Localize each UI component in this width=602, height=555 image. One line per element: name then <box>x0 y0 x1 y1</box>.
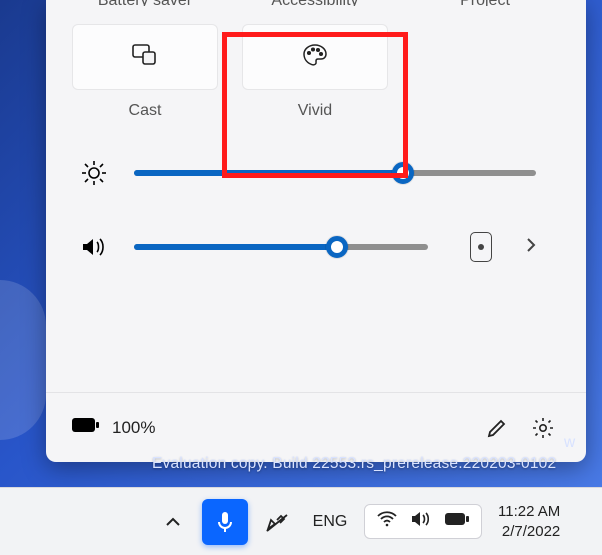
taskbar-clock[interactable]: 11:22 AM 2/7/2022 <box>498 502 560 542</box>
evaluation-watermark: Evaluation copy. Build 22553.rs_prerelea… <box>152 455 556 473</box>
voice-typing-button[interactable] <box>202 499 248 545</box>
brightness-fill <box>134 170 403 176</box>
taskbar: ENG 11:22 AM 2/7/2022 <box>0 487 602 555</box>
volume-slider-row <box>80 232 536 262</box>
clock-time: 11:22 AM <box>498 502 560 522</box>
tile-label-accessibility: Accessibility <box>242 0 388 6</box>
volume-slider[interactable] <box>134 244 428 250</box>
system-tray[interactable] <box>364 504 482 539</box>
cast-tile[interactable] <box>72 24 218 90</box>
brightness-slider[interactable] <box>134 170 536 176</box>
tile-label-battery-saver: Battery saver <box>72 0 218 6</box>
tray-overflow-button[interactable] <box>150 499 196 545</box>
sliders-area <box>46 120 586 286</box>
language-indicator[interactable]: ENG <box>306 513 354 531</box>
volume-tray-icon <box>411 511 431 532</box>
ink-button[interactable] <box>254 499 300 545</box>
brightness-thumb[interactable] <box>392 162 414 184</box>
tile-row-2: Cast Vivid <box>72 24 560 120</box>
edit-button[interactable] <box>480 411 514 445</box>
tile-row-1: Battery saver Accessibility Project <box>72 0 560 6</box>
battery-tray-icon <box>445 512 469 531</box>
battery-icon <box>72 416 100 439</box>
clock-date: 2/7/2022 <box>498 522 560 542</box>
wifi-icon <box>377 511 397 532</box>
tile-label-vivid: Vivid <box>298 102 332 120</box>
volume-fill <box>134 244 337 250</box>
cast-icon <box>132 44 158 71</box>
audio-output-button[interactable] <box>470 232 492 262</box>
quick-tiles: Battery saver Accessibility Project <box>46 0 586 120</box>
volume-thumb[interactable] <box>326 236 348 258</box>
brightness-icon <box>80 160 108 186</box>
tile-label-cast: Cast <box>129 102 162 120</box>
battery-percent: 100% <box>112 418 155 438</box>
vivid-tile[interactable] <box>242 24 388 90</box>
tile-label-project: Project <box>412 0 558 6</box>
panel-footer: 100% <box>46 392 586 462</box>
settings-button[interactable] <box>526 411 560 445</box>
chevron-right-icon[interactable] <box>526 237 536 258</box>
watermark-tail: w <box>564 434 575 452</box>
palette-icon <box>302 43 328 72</box>
brightness-slider-row <box>80 160 536 186</box>
quick-settings-panel: Battery saver Accessibility Project <box>46 0 586 462</box>
wallpaper-accent <box>0 280 46 440</box>
volume-icon <box>80 236 108 258</box>
